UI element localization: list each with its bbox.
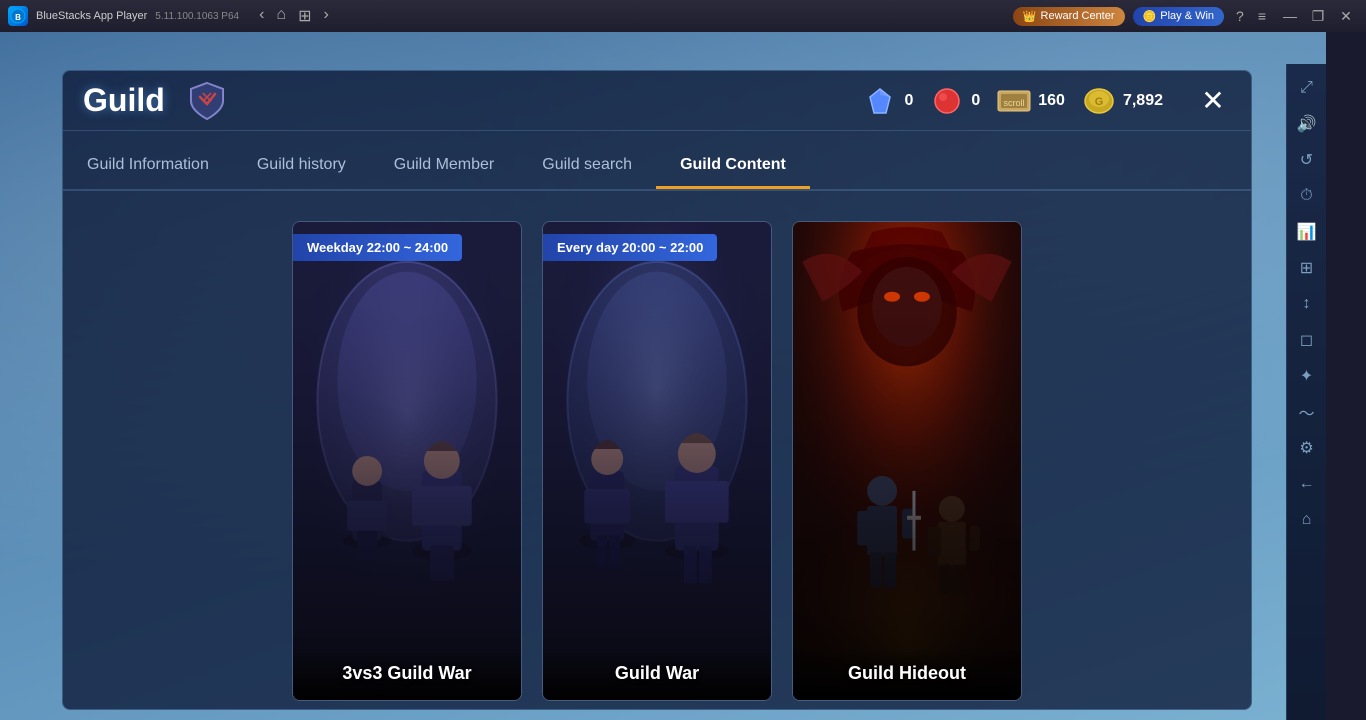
ruby-value: 0 xyxy=(971,92,980,110)
play-win-label: Play & Win xyxy=(1160,10,1214,22)
svg-text:scroll: scroll xyxy=(1004,98,1025,108)
sidebar-settings-icon[interactable]: ⚙ xyxy=(1291,432,1323,464)
sidebar-star-icon[interactable]: ✦ xyxy=(1291,360,1323,392)
card-3vs3-label: 3vs3 Guild War xyxy=(293,647,521,700)
home-button[interactable]: ⌂ xyxy=(272,6,290,26)
tab-guild-member[interactable]: Guild Member xyxy=(370,144,518,189)
card-guild-war[interactable]: Every day 20:00 ~ 22:00 Guild War xyxy=(542,221,772,701)
svg-text:B: B xyxy=(15,13,21,22)
card-hideout-image xyxy=(793,222,1021,700)
guild-panel: Guild ✕ xyxy=(62,70,1252,710)
gem-icon xyxy=(862,83,898,119)
card-3vs3-time-badge: Weekday 22:00 ~ 24:00 xyxy=(293,234,462,261)
token-icon: scroll xyxy=(996,83,1032,119)
nav-controls: ‹ ⌂ ⊞ › xyxy=(255,6,333,26)
card-hideout-art xyxy=(793,222,1021,700)
restore-button[interactable]: ❐ xyxy=(1306,4,1330,28)
sidebar-sound-icon[interactable]: 🔊 xyxy=(1291,108,1323,140)
card-guildwar-art xyxy=(543,222,771,700)
sidebar-grid-icon[interactable]: ⊞ xyxy=(1291,252,1323,284)
tab-guild-information[interactable]: Guild Information xyxy=(63,144,233,189)
currency-bar: 0 0 scro xyxy=(862,83,1231,119)
right-sidebar: ⤢ 🔊 ↺ ⏱ 📊 ⊞ ↕ ◻ ✦ 〜 ⚙ ← ⌂ xyxy=(1286,64,1326,720)
title-bar-right: 👑 Reward Center 🪙 Play & Win ? ≡ — ❐ ✕ xyxy=(1013,4,1358,28)
card-guildwar-image xyxy=(543,222,771,700)
token-value: 160 xyxy=(1038,92,1065,110)
ruby-icon xyxy=(929,83,965,119)
card-3vs3-guild-war[interactable]: Weekday 22:00 ~ 24:00 3vs3 Guild War xyxy=(292,221,522,701)
minimize-button[interactable]: — xyxy=(1278,4,1302,28)
guild-panel-header: Guild ✕ xyxy=(63,71,1251,131)
guild-content-cards: Weekday 22:00 ~ 24:00 3vs3 Guild War xyxy=(103,221,1211,679)
window-icons: ? ≡ xyxy=(1232,6,1270,26)
crown-icon: 👑 xyxy=(1023,10,1037,23)
card-guild-hideout[interactable]: Guild Hideout xyxy=(792,221,1022,701)
sidebar-resize-icon[interactable]: ↕ xyxy=(1291,288,1323,320)
gold-value: 7,892 xyxy=(1123,92,1163,110)
help-icon[interactable]: ? xyxy=(1232,6,1248,26)
app-version: 5.11.100.1063 P64 xyxy=(155,11,239,22)
sidebar-stats-icon[interactable]: 📊 xyxy=(1291,216,1323,248)
title-bar: B BlueStacks App Player 5.11.100.1063 P6… xyxy=(0,0,1366,32)
card-guildwar-label: Guild War xyxy=(543,647,771,700)
card-3vs3-art xyxy=(293,222,521,700)
guild-tab-bar: Guild Information Guild history Guild Me… xyxy=(63,131,1251,191)
gold-icon: G xyxy=(1081,83,1117,119)
gem-value: 0 xyxy=(904,92,913,110)
sidebar-refresh-icon[interactable]: ↺ xyxy=(1291,144,1323,176)
reward-center-button[interactable]: 👑 Reward Center xyxy=(1013,7,1125,26)
guild-title: Guild xyxy=(83,82,165,119)
window-controls: — ❐ ✕ xyxy=(1278,4,1358,28)
play-and-win-button[interactable]: 🪙 Play & Win xyxy=(1133,7,1225,26)
app-name: BlueStacks App Player xyxy=(36,10,147,22)
forward-button[interactable]: › xyxy=(319,6,332,26)
tab-guild-search[interactable]: Guild search xyxy=(518,144,656,189)
sidebar-home-icon[interactable]: ⌂ xyxy=(1291,504,1323,536)
sidebar-timer-icon[interactable]: ⏱ xyxy=(1291,180,1323,212)
app-logo: B xyxy=(8,6,28,26)
currency-gem: 0 xyxy=(862,83,913,119)
reward-center-label: Reward Center xyxy=(1041,10,1115,22)
sidebar-window-icon[interactable]: ◻ xyxy=(1291,324,1323,356)
currency-token: scroll 160 xyxy=(996,83,1065,119)
coin-icon: 🪙 xyxy=(1143,10,1157,23)
card-3vs3-image xyxy=(293,222,521,700)
guild-content-area: Weekday 22:00 ~ 24:00 3vs3 Guild War xyxy=(63,191,1251,709)
card-guildwar-time-badge: Every day 20:00 ~ 22:00 xyxy=(543,234,717,261)
tab-guild-content[interactable]: Guild Content xyxy=(656,144,810,189)
sidebar-back-icon[interactable]: ← xyxy=(1291,468,1323,500)
menu-icon[interactable]: ≡ xyxy=(1254,6,1270,26)
svg-text:G: G xyxy=(1095,96,1104,108)
tab-button[interactable]: ⊞ xyxy=(294,6,315,26)
currency-ruby: 0 xyxy=(929,83,980,119)
game-area: ⤢ 🔊 ↺ ⏱ 📊 ⊞ ↕ ◻ ✦ 〜 ⚙ ← ⌂ Guild ✕ xyxy=(0,32,1326,720)
close-window-button[interactable]: ✕ xyxy=(1334,4,1358,28)
svg-text:✕: ✕ xyxy=(200,90,213,107)
back-button[interactable]: ‹ xyxy=(255,6,268,26)
currency-gold: G 7,892 xyxy=(1081,83,1163,119)
sidebar-shake-icon[interactable]: 〜 xyxy=(1291,396,1323,428)
guild-shield-icon: ✕ xyxy=(185,79,229,123)
guild-panel-close-button[interactable]: ✕ xyxy=(1195,83,1231,119)
tab-guild-history[interactable]: Guild history xyxy=(233,144,370,189)
card-hideout-label: Guild Hideout xyxy=(793,647,1021,700)
sidebar-fullscreen-icon[interactable]: ⤢ xyxy=(1291,72,1323,104)
